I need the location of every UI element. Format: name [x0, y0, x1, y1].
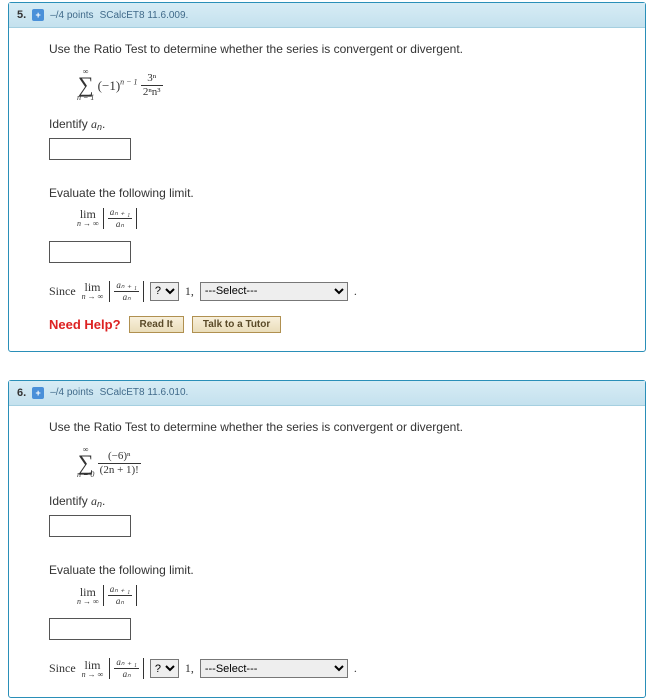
identify-an-input[interactable]	[49, 138, 131, 160]
question-body: Use the Ratio Test to determine whether …	[9, 28, 645, 351]
reference-label: SCalcET8 11.6.010.	[100, 387, 189, 398]
question-5: 5. + –/4 points SCalcET8 11.6.009. Use t…	[8, 2, 646, 352]
identify-label: Identify an.	[49, 117, 623, 132]
series-expression: ∞ ∑ n = 0 (−6)ⁿ (2n + 1)!	[77, 446, 623, 481]
question-6: 6. + –/4 points SCalcET8 11.6.010. Use t…	[8, 380, 646, 698]
question-number: 6.	[17, 387, 26, 399]
question-header: 6. + –/4 points SCalcET8 11.6.010.	[9, 381, 645, 406]
conclusion-row: Since lim n → ∞ aₙ ₊ ₁ aₙ ? 1, ---Select…	[49, 658, 623, 679]
points-label: –/4 points	[50, 10, 93, 21]
limit-expression: lim n → ∞ aₙ ₊ ₁ aₙ	[77, 585, 623, 606]
identify-label: Identify an.	[49, 494, 623, 509]
read-it-button[interactable]: Read It	[129, 316, 184, 333]
comparison-select[interactable]: ?	[150, 659, 179, 678]
conclusion-select[interactable]: ---Select---	[200, 659, 348, 678]
instruction-text: Use the Ratio Test to determine whether …	[49, 420, 623, 434]
limit-input[interactable]	[49, 618, 131, 640]
series-expression: ∞ ∑ n = 1 (−1)n − 1 3ⁿ 2ⁿn³	[77, 68, 623, 103]
sigma-icon: ∑	[77, 76, 94, 95]
comparison-select[interactable]: ?	[150, 282, 179, 301]
limit-expression: lim n → ∞ aₙ ₊ ₁ aₙ	[77, 208, 623, 229]
limit-input[interactable]	[49, 241, 131, 263]
question-number: 5.	[17, 9, 26, 21]
conclusion-select[interactable]: ---Select---	[200, 282, 348, 301]
question-header: 5. + –/4 points SCalcET8 11.6.009.	[9, 3, 645, 28]
conclusion-row: Since lim n → ∞ aₙ ₊ ₁ aₙ ? 1, ---Select…	[49, 281, 623, 302]
need-help-row: Need Help? Read It Talk to a Tutor	[49, 316, 623, 333]
evaluate-label: Evaluate the following limit.	[49, 563, 623, 577]
expand-icon[interactable]: +	[32, 9, 44, 21]
expand-icon[interactable]: +	[32, 387, 44, 399]
reference-label: SCalcET8 11.6.009.	[100, 10, 189, 21]
talk-to-tutor-button[interactable]: Talk to a Tutor	[192, 316, 281, 333]
points-label: –/4 points	[50, 387, 93, 398]
need-help-label: Need Help?	[49, 317, 121, 332]
evaluate-label: Evaluate the following limit.	[49, 186, 623, 200]
instruction-text: Use the Ratio Test to determine whether …	[49, 42, 623, 56]
identify-an-input[interactable]	[49, 515, 131, 537]
question-body: Use the Ratio Test to determine whether …	[9, 406, 645, 698]
